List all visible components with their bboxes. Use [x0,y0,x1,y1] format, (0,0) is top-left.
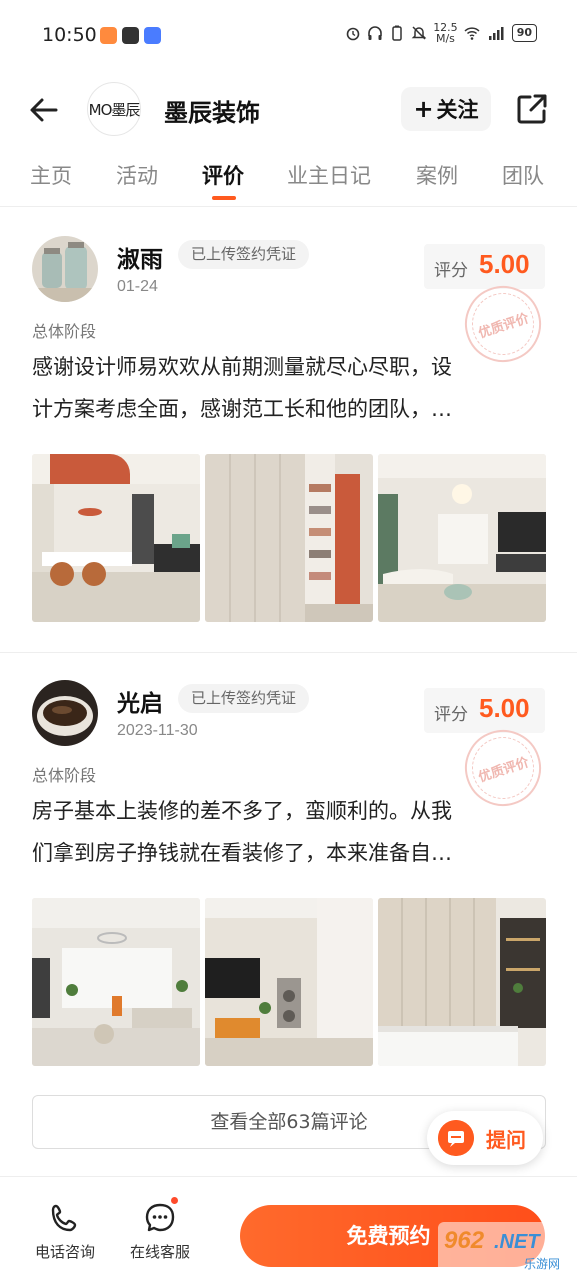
svg-text:乐游网: 乐游网 [524,1257,560,1271]
chat-icon [145,1203,175,1232]
share-icon[interactable] [515,92,549,126]
status-bar: 10:50 12.5 M/s 90 [0,0,577,72]
battery-saver-icon [392,25,402,41]
review-author: 光启 [117,691,163,717]
mute-icon [411,26,427,40]
headphones-icon [368,26,382,40]
signal-icon [488,27,504,40]
mail-notification-icon [144,27,161,44]
active-tab-indicator [212,196,236,200]
review-stage: 总体阶段 [32,766,97,785]
tab-activity[interactable]: 活动 [116,160,158,190]
review-photos [32,898,546,1066]
unread-dot [171,1197,178,1204]
tab-home[interactable]: 主页 [30,160,72,190]
divider [0,652,577,653]
review-photos [32,454,546,622]
tab-cases[interactable]: 案例 [416,160,458,190]
review-photo[interactable] [378,454,546,622]
review-photo[interactable] [205,454,373,622]
score-value: 5.00 [479,249,530,279]
review-text[interactable]: 感谢设计师易欢欢从前期测量就尽心尽职，设 计方案考虑全面，感谢范工长和他的团队，… [32,346,547,430]
online-service-label: 在线客服 [129,1243,190,1261]
score-box: 评分 5.00 [424,244,545,289]
svg-text:962: 962 [444,1227,485,1254]
review-stage: 总体阶段 [32,322,97,341]
review-photo[interactable] [205,898,373,1066]
ask-question-button[interactable]: 提问 [427,1111,543,1165]
svg-text:.NET: .NET [494,1231,541,1253]
site-watermark-logo: 962 .NET 乐游网 [438,1222,570,1274]
back-arrow-icon[interactable] [26,92,62,128]
shop-name: 墨辰装饰 [164,99,260,127]
contract-verified-badge: 已上传签约凭证 [178,684,310,713]
alarm-icon [346,27,360,41]
contract-verified-badge: 已上传签约凭证 [178,240,310,269]
score-label: 评分 [434,261,468,281]
online-service-button[interactable]: 在线客服 [120,1197,200,1262]
shop-header: MO墨辰 墨辰装饰 + 关注 [0,80,577,140]
review-photo[interactable] [32,454,200,622]
battery-level: 90 [511,24,537,42]
review-date: 2023-11-30 [117,722,198,739]
app-notification-icon [100,27,117,44]
phone-consult-button[interactable]: 电话咨询 [25,1201,105,1262]
score-box: 评分 5.00 [424,688,545,733]
chat-bubble-icon [438,1120,474,1156]
review-photo[interactable] [378,898,546,1066]
tab-reviews[interactable]: 评价 [202,160,244,190]
shop-tabs: 主页 活动 评价 业主日记 案例 团队 [0,155,577,207]
review-photo[interactable] [32,898,200,1066]
review-date: 01-24 [117,278,158,295]
tab-owner-diary[interactable]: 业主日记 [287,160,371,190]
network-speed: 12.5 M/s [433,21,458,45]
plus-icon: + [413,95,434,123]
score-label: 评分 [434,705,468,725]
review-author: 淑雨 [117,247,163,273]
wifi-icon [464,27,480,40]
status-time: 10:50 [42,24,97,46]
shop-logo[interactable]: MO墨辰 [87,82,141,136]
avatar[interactable] [32,236,98,302]
review-text[interactable]: 房子基本上装修的差不多了，蛮顺利的。从我 们拿到房子挣钱就在看装修了，本来准备自… [32,790,547,874]
score-value: 5.00 [479,693,530,723]
avatar[interactable] [32,680,98,746]
follow-label: 关注 [436,98,479,122]
tab-team[interactable]: 团队 [502,160,544,190]
phone-icon [51,1204,77,1232]
status-icons: 12.5 M/s 90 [345,22,537,44]
upload-notification-icon [122,27,139,44]
ask-label: 提问 [486,1128,526,1152]
phone-consult-label: 电话咨询 [34,1243,95,1261]
follow-button[interactable]: + 关注 [401,87,491,131]
